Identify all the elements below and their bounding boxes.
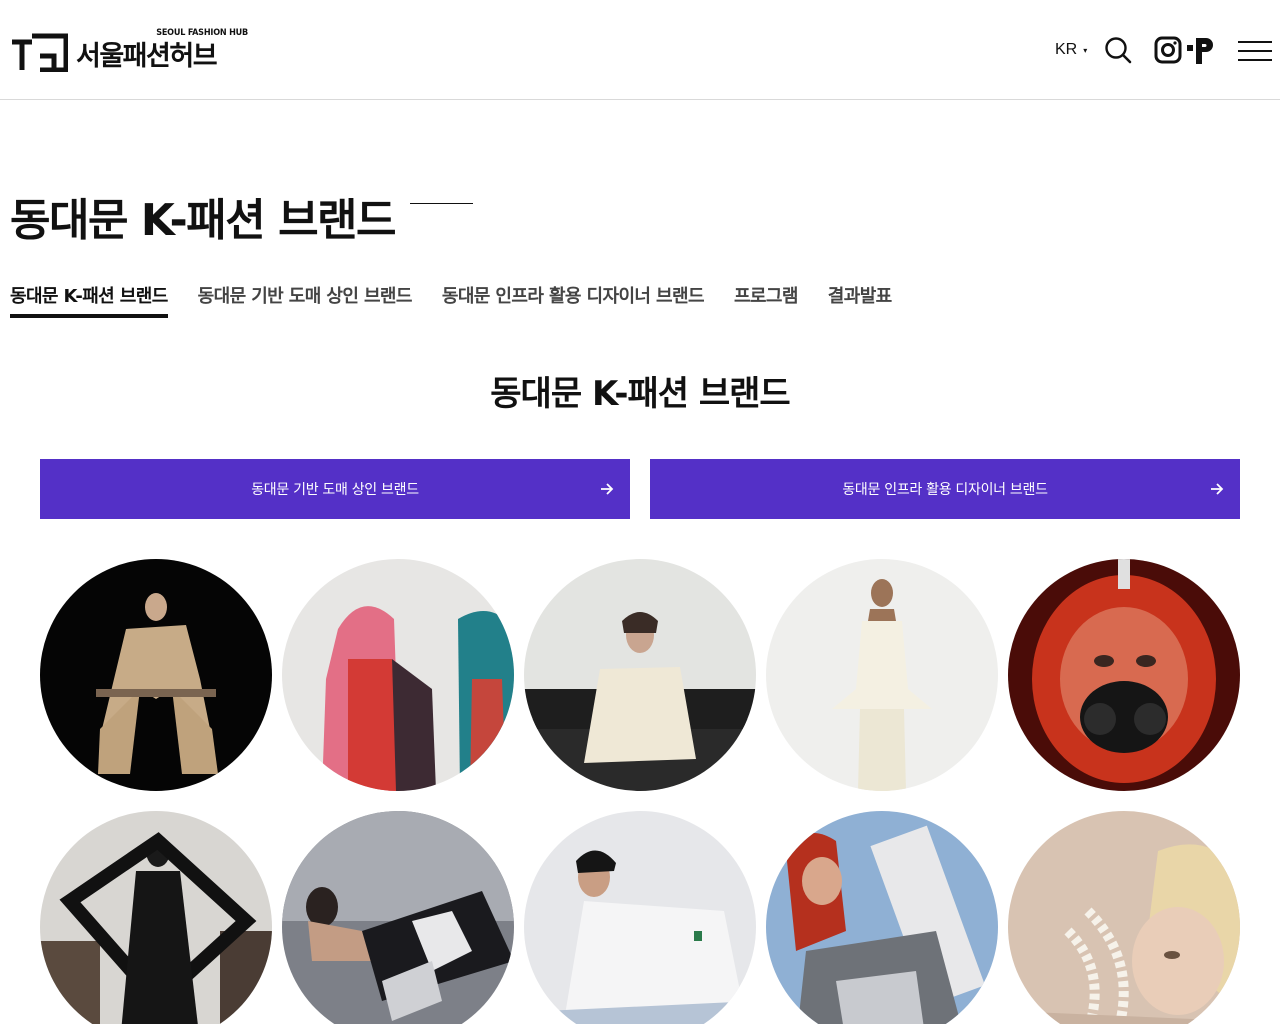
site-logo[interactable]: SEOUL FASHION HUB 서울패션허브 [10, 28, 250, 72]
brand-thumbnail[interactable] [282, 559, 514, 791]
brand-thumbnail[interactable] [524, 559, 756, 791]
designer-brand-button-label: 동대문 인프라 활용 디자이너 브랜드 [842, 482, 1048, 498]
tab-wholesale-brand[interactable]: 동대문 기반 도매 상인 브랜드 [198, 284, 413, 322]
logo-korean-name: 서울패션허브 [76, 41, 218, 72]
wholesale-brand-button[interactable]: 동대문 기반 도매 상인 브랜드 [40, 459, 630, 519]
tab-designer-brand[interactable]: 동대문 인프라 활용 디자이너 브랜드 [442, 284, 705, 322]
tab-results[interactable]: 결과발표 [828, 284, 892, 322]
brand-photo-cream-jacket [524, 559, 756, 791]
page-title: 동대문 K-패션 브랜드 [10, 195, 397, 246]
brand-photo-beige-suit [40, 559, 272, 791]
brand-photo-runway-frame [40, 811, 272, 1024]
brand-thumbnail[interactable] [766, 811, 998, 1024]
caret-down-icon: ▾ [1083, 45, 1088, 55]
wholesale-brand-button-label: 동대문 기반 도매 상인 브랜드 [251, 482, 419, 498]
site-header: SEOUL FASHION HUB 서울패션허브 KR ▾ [0, 0, 1280, 100]
brand-thumbnail[interactable] [1008, 811, 1240, 1024]
brand-thumbnail[interactable] [40, 811, 272, 1024]
arrow-right-icon [601, 483, 614, 495]
brand-thumbnail[interactable] [40, 559, 272, 791]
brand-photo-pearl-necklace [1008, 811, 1240, 1024]
designer-brand-button[interactable]: 동대문 인프라 활용 디자이너 브랜드 [650, 459, 1240, 519]
brand-photo-red-helmet [1008, 559, 1240, 791]
brand-thumbnail[interactable] [766, 559, 998, 791]
p-brand-icon[interactable] [1187, 34, 1217, 66]
logo-subtitle: SEOUL FASHION HUB [156, 28, 248, 38]
language-selector[interactable]: KR ▾ [1055, 41, 1087, 59]
language-label: KR [1055, 41, 1078, 58]
section-title: 동대문 K-패션 브랜드 [490, 374, 790, 414]
brand-photo-reclining-pants [282, 811, 514, 1024]
logo-mark-icon [12, 33, 68, 72]
arrow-right-icon [1211, 483, 1224, 495]
search-icon[interactable] [1104, 36, 1132, 64]
logo-wordmark: SEOUL FASHION HUB 서울패션허브 [76, 28, 248, 72]
brand-thumbnail[interactable] [282, 811, 514, 1024]
tab-kfashion-brand[interactable]: 동대문 K-패션 브랜드 [10, 284, 168, 322]
brand-thumbnail[interactable] [1008, 559, 1240, 791]
instagram-icon[interactable] [1154, 36, 1182, 64]
title-divider [410, 203, 473, 204]
sub-navigation-tabs: 동대문 K-패션 브랜드 동대문 기반 도매 상인 브랜드 동대문 인프라 활용… [10, 284, 892, 324]
menu-icon[interactable] [1236, 40, 1274, 62]
tab-program[interactable]: 프로그램 [734, 284, 798, 322]
brand-photo-white-shirt [524, 811, 756, 1024]
brand-photo-hooded-jackets [282, 559, 514, 791]
brand-thumbnail[interactable] [524, 811, 756, 1024]
brand-photo-white-dress [766, 559, 998, 791]
brand-photo-red-hair [766, 811, 998, 1024]
